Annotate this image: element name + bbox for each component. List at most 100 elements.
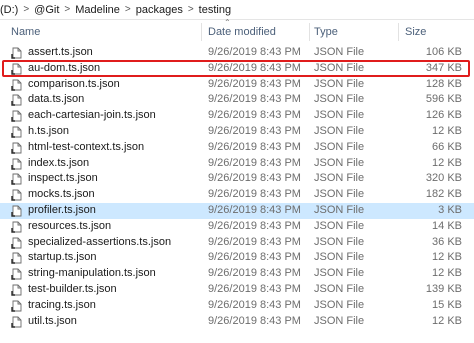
json-file-icon xyxy=(11,94,22,107)
file-type: JSON File xyxy=(314,124,365,137)
file-type: JSON File xyxy=(314,251,365,264)
file-size: 128 KB xyxy=(425,77,462,90)
file-row[interactable]: index.ts.json 9/26/2019 8:43 PM JSON File 1… xyxy=(0,156,474,172)
file-row[interactable]: html-test-context.ts.json 9/26/2019 8:43 … xyxy=(0,140,474,156)
json-file-icon xyxy=(11,237,22,249)
file-name: inspect.ts.json xyxy=(28,172,98,185)
file-size: 347 KB xyxy=(425,61,462,74)
file-date-modified: 9/26/2019 8:43 PM xyxy=(208,77,301,90)
file-date-modified: 9/26/2019 8:43 PM xyxy=(208,267,301,280)
file-date-modified: 9/26/2019 8:43 PM xyxy=(208,61,301,74)
file-date-modified: 9/26/2019 8:43 PM xyxy=(208,314,301,327)
file-type: JSON File xyxy=(314,61,365,74)
file-date-modified: 9/26/2019 8:43 PM xyxy=(208,251,301,264)
file-row[interactable]: profiler.ts.json 9/26/2019 8:43 PM JSON Fi… xyxy=(0,202,474,219)
chevron-right-icon[interactable]: > xyxy=(123,4,133,15)
file-size: 126 KB xyxy=(425,109,462,122)
breadcrumb-testing[interactable]: testing xyxy=(196,4,234,16)
file-row[interactable]: specialized-assertions.ts.json 9/26/2019 … xyxy=(0,235,474,251)
column-header-type[interactable]: Type xyxy=(314,21,338,43)
file-type: JSON File xyxy=(314,93,365,106)
json-file-icon xyxy=(11,205,22,217)
file-date-modified: 9/26/2019 8:43 PM xyxy=(208,109,301,122)
file-date-modified: 9/26/2019 8:43 PM xyxy=(208,298,301,311)
file-row[interactable]: inspect.ts.json 9/26/2019 8:43 PM JSON Fil… xyxy=(0,171,474,187)
file-type: JSON File xyxy=(314,188,365,201)
file-row[interactable]: test-builder.ts.json 9/26/2019 8:43 PM JSO… xyxy=(0,282,474,298)
file-row[interactable]: comparison.ts.json 9/26/2019 8:43 PM JSON … xyxy=(0,77,474,93)
json-file-icon xyxy=(11,79,22,91)
file-size: 15 KB xyxy=(432,298,462,311)
column-divider[interactable] xyxy=(201,23,202,41)
file-type: JSON File xyxy=(314,235,365,248)
column-header-date[interactable]: Date modified xyxy=(208,21,276,43)
file-row[interactable]: mocks.ts.json 9/26/2019 8:43 PM JSON File 1… xyxy=(0,187,474,203)
file-date-modified: 9/26/2019 8:43 PM xyxy=(208,93,301,106)
file-size: 12 KB xyxy=(432,124,462,137)
file-date-modified: 9/26/2019 8:43 PM xyxy=(208,156,301,169)
json-file-icon xyxy=(11,189,22,201)
chevron-right-icon[interactable]: > xyxy=(21,4,31,15)
file-size: 66 KB xyxy=(432,140,462,153)
column-divider[interactable] xyxy=(309,23,310,41)
file-date-modified: 9/26/2019 8:43 PM xyxy=(208,188,301,201)
file-size: 106 KB xyxy=(425,46,462,58)
file-row[interactable]: startup.ts.json 9/26/2019 8:43 PM JSON Fil… xyxy=(0,250,474,266)
file-name: each-cartesian-join.ts.json xyxy=(28,109,156,122)
file-date-modified: 9/26/2019 8:43 PM xyxy=(208,203,301,216)
file-date-modified: 9/26/2019 8:43 PM xyxy=(208,140,301,153)
breadcrumb: (D:) > @Git > Madeline > packages > test… xyxy=(0,0,474,20)
file-size: 14 KB xyxy=(432,219,462,232)
json-file-icon xyxy=(11,142,22,154)
file-size: 12 KB xyxy=(432,267,462,280)
column-header-size[interactable]: Size xyxy=(405,21,426,43)
file-row[interactable]: data.ts.json 9/26/2019 8:43 PM JSON File 59… xyxy=(0,92,474,108)
file-row[interactable]: each-cartesian-join.ts.json 9/26/2019 8:4… xyxy=(0,108,474,124)
json-file-icon xyxy=(11,284,22,296)
file-name: tracing.ts.json xyxy=(28,298,96,311)
file-name: h.ts.json xyxy=(28,124,69,137)
file-row[interactable]: assert.ts.json 9/26/2019 8:43 PM JSON File… xyxy=(0,45,474,61)
file-row[interactable]: util.ts.json 9/26/2019 8:43 PM JSON File 12… xyxy=(0,314,474,330)
file-name: specialized-assertions.ts.json xyxy=(28,235,172,248)
file-size: 12 KB xyxy=(432,251,462,264)
file-type: JSON File xyxy=(314,314,365,327)
file-type: JSON File xyxy=(314,140,365,153)
chevron-right-icon[interactable]: > xyxy=(186,4,196,15)
file-size: 182 KB xyxy=(425,188,462,201)
file-size: 139 KB xyxy=(425,282,462,295)
file-date-modified: 9/26/2019 8:43 PM xyxy=(208,235,301,248)
file-name: test-builder.ts.json xyxy=(28,282,117,295)
json-file-icon xyxy=(11,158,22,170)
breadcrumb-packages[interactable]: packages xyxy=(133,4,186,16)
chevron-right-icon[interactable]: > xyxy=(62,4,72,15)
file-size: 3 KB xyxy=(438,203,462,216)
file-size: 320 KB xyxy=(425,172,462,185)
file-row[interactable]: resources.ts.json 9/26/2019 8:43 PM JSON F… xyxy=(0,219,474,235)
breadcrumb-git[interactable]: @Git xyxy=(31,4,62,16)
file-name: mocks.ts.json xyxy=(28,188,95,201)
breadcrumb-drive[interactable]: (D:) xyxy=(0,4,21,16)
json-file-icon xyxy=(11,126,22,138)
file-type: JSON File xyxy=(314,46,365,58)
file-type: JSON File xyxy=(314,203,365,216)
column-divider[interactable] xyxy=(398,23,399,41)
file-name: index.ts.json xyxy=(28,156,90,169)
json-file-icon xyxy=(11,252,22,265)
file-date-modified: 9/26/2019 8:43 PM xyxy=(208,124,301,137)
file-name: assert.ts.json xyxy=(28,46,93,58)
file-row[interactable]: tracing.ts.json 9/26/2019 8:43 PM JSON Fil… xyxy=(0,298,474,314)
column-header-row: ⌃ Name Date modified Type Size xyxy=(0,18,474,43)
breadcrumb-madeline[interactable]: Madeline xyxy=(72,4,123,16)
file-date-modified: 9/26/2019 8:43 PM xyxy=(208,172,301,185)
column-header-name[interactable]: Name xyxy=(11,21,40,43)
file-row[interactable]: string-manipulation.ts.json 9/26/2019 8:4… xyxy=(0,266,474,282)
file-type: JSON File xyxy=(314,77,365,90)
file-row[interactable]: au-dom.ts.json 9/26/2019 8:43 PM JSON File… xyxy=(0,61,474,77)
file-date-modified: 9/26/2019 8:43 PM xyxy=(208,282,301,295)
file-name: comparison.ts.json xyxy=(28,77,120,90)
file-row[interactable]: h.ts.json 9/26/2019 8:43 PM JSON File 12 KB xyxy=(0,124,474,140)
file-type: JSON File xyxy=(314,282,365,295)
file-type: JSON File xyxy=(314,156,365,169)
file-name: profiler.ts.json xyxy=(28,203,96,216)
